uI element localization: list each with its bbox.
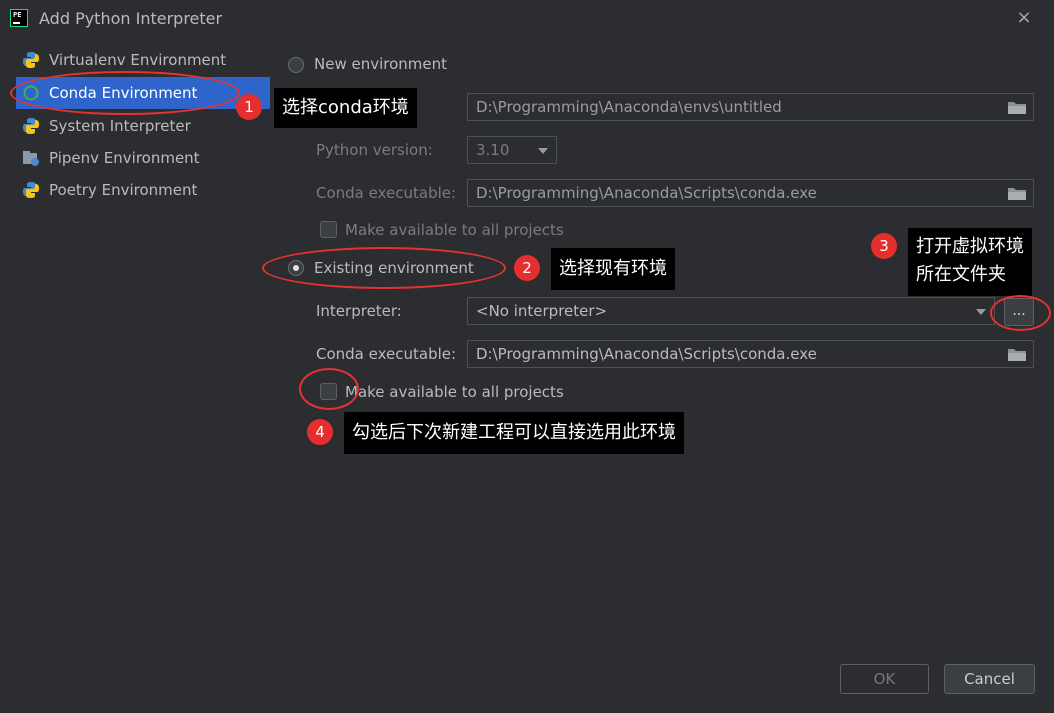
conda-icon	[23, 85, 39, 101]
folder-icon[interactable]	[1007, 100, 1027, 115]
interpreter-label: Interpreter:	[316, 302, 402, 320]
annotation-number-4: 4	[307, 419, 333, 445]
folder-icon[interactable]	[1007, 347, 1027, 362]
existing-environment-label: Existing environment	[314, 259, 474, 277]
python-version-select[interactable]: 3.10	[467, 136, 557, 164]
chevron-down-icon	[538, 148, 548, 154]
sidebar-item-poetry[interactable]: Poetry Environment	[16, 174, 270, 206]
close-icon[interactable]: ×	[1013, 7, 1035, 29]
existing-conda-executable-value: D:\Programming\Anaconda\Scripts\conda.ex…	[476, 345, 817, 363]
poetry-icon	[23, 182, 39, 198]
sidebar-item-virtualenv[interactable]: Virtualenv Environment	[16, 44, 270, 76]
new-make-available-checkbox[interactable]	[320, 221, 337, 238]
python-icon	[23, 52, 39, 68]
new-environment-radio[interactable]	[288, 57, 304, 73]
browse-interpreter-button[interactable]: ...	[1004, 298, 1034, 326]
chevron-down-icon	[976, 309, 986, 315]
existing-make-available-checkbox[interactable]	[320, 383, 337, 400]
pycharm-logo-icon: PE	[10, 9, 28, 27]
folder-icon[interactable]	[1007, 186, 1027, 201]
annotation-number-2: 2	[514, 255, 540, 281]
new-conda-executable-label: Conda executable:	[316, 184, 457, 202]
annotation-callout-3-line2: 所在文件夹	[916, 264, 1006, 285]
interpreter-value: <No interpreter>	[476, 302, 608, 320]
existing-environment-radio[interactable]	[288, 260, 304, 276]
annotation-callout-3: 打开虚拟环境 所在文件夹	[908, 228, 1032, 296]
existing-conda-executable-label: Conda executable:	[316, 345, 457, 363]
location-value: D:\Programming\Anaconda\envs\untitled	[476, 98, 782, 116]
existing-conda-executable-field[interactable]: D:\Programming\Anaconda\Scripts\conda.ex…	[467, 340, 1034, 368]
annotation-callout-2: 选择现有环境	[551, 248, 675, 290]
annotation-number-3: 3	[871, 233, 897, 259]
pipenv-icon	[23, 151, 39, 166]
sidebar-item-label: Pipenv Environment	[49, 149, 200, 167]
new-make-available-label: Make available to all projects	[345, 221, 564, 239]
title-bar: PE Add Python Interpreter ×	[0, 0, 1054, 36]
ok-button[interactable]: OK	[840, 664, 929, 694]
sidebar-item-label: System Interpreter	[49, 117, 191, 135]
existing-make-available-label: Make available to all projects	[345, 383, 564, 401]
annotation-number-1: 1	[236, 94, 262, 120]
sidebar-item-label: Virtualenv Environment	[49, 51, 227, 69]
new-conda-executable-value: D:\Programming\Anaconda\Scripts\conda.ex…	[476, 184, 817, 202]
interpreter-select[interactable]: <No interpreter>	[467, 297, 995, 325]
annotation-callout-4: 勾选后下次新建工程可以直接选用此环境	[344, 412, 684, 454]
cancel-button[interactable]: Cancel	[944, 664, 1035, 694]
python-version-value: 3.10	[476, 141, 510, 159]
window-title: Add Python Interpreter	[39, 9, 223, 28]
new-environment-label: New environment	[314, 55, 448, 73]
sidebar-item-conda[interactable]: Conda Environment	[16, 77, 270, 109]
location-field[interactable]: D:\Programming\Anaconda\envs\untitled	[467, 93, 1034, 121]
sidebar-item-pipenv[interactable]: Pipenv Environment	[16, 142, 270, 174]
new-conda-executable-field[interactable]: D:\Programming\Anaconda\Scripts\conda.ex…	[467, 179, 1034, 207]
python-version-label: Python version:	[316, 141, 433, 159]
annotation-callout-1: 选择conda环境	[274, 88, 417, 128]
sidebar-item-system-interpreter[interactable]: System Interpreter	[16, 110, 270, 142]
sidebar-item-label: Conda Environment	[49, 84, 198, 102]
python-icon	[23, 118, 39, 134]
annotation-callout-3-line1: 打开虚拟环境	[916, 236, 1024, 257]
sidebar-item-label: Poetry Environment	[49, 181, 198, 199]
